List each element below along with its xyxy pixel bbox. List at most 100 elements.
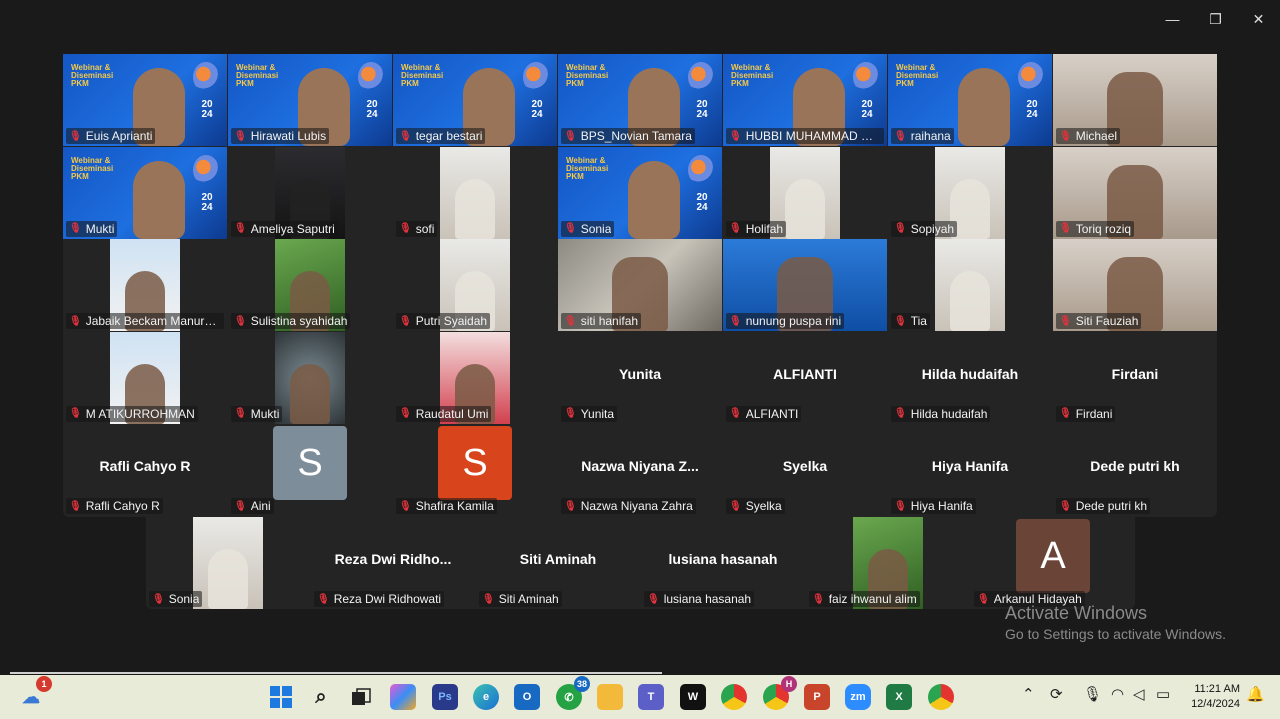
participant-tile[interactable]: Hiya Hanifa 🎙︎ Hiya Hanifa: [888, 424, 1052, 516]
participant-tile[interactable]: 🎙︎ sofi: [393, 146, 557, 239]
participant-tile[interactable]: 🎙︎ Putri Syaidah: [393, 239, 557, 332]
participant-tile[interactable]: Webinar & Diseminasi PKM 20 24 🎙︎ Sonia: [558, 146, 722, 239]
notification-bell-icon[interactable]: 🔔: [1246, 685, 1265, 703]
participant-tile[interactable]: 🎙︎ faiz ihwanul alim: [806, 517, 970, 609]
minimize-button[interactable]: —: [1151, 0, 1194, 38]
participant-name: Sonia: [168, 592, 200, 606]
participant-tile[interactable]: 🎙︎ Raudatul Umi: [393, 331, 557, 424]
participant-tile[interactable]: ALFIANTI 🎙︎ ALFIANTI: [723, 332, 887, 424]
participant-nameplate: 🎙︎ Reza Dwi Ridhowati: [314, 591, 445, 607]
task-view-icon[interactable]: [348, 684, 374, 710]
battery-icon[interactable]: ▭: [1156, 685, 1170, 703]
participant-tile[interactable]: 🎙︎ Mukti: [228, 331, 392, 424]
photoshop-icon[interactable]: Ps: [432, 684, 458, 710]
mic-muted-icon: 🎙︎: [647, 593, 660, 605]
weather-icon[interactable]: ☁ 1: [18, 676, 52, 710]
mic-muted-icon: 🎙︎: [564, 130, 577, 142]
mic-muted-icon: 🎙︎: [482, 593, 495, 605]
sync-icon[interactable]: ⟳: [1050, 685, 1063, 703]
file-explorer-icon[interactable]: [597, 684, 623, 710]
participant-display-name: Dede putri kh: [1090, 458, 1180, 475]
participant-tile[interactable]: lusiana hasanah 🎙︎ lusiana hasanah: [641, 517, 805, 609]
participant-nameplate: 🎙︎ Euis Aprianti: [66, 128, 156, 144]
participant-nameplate: 🎙︎ Sonia: [149, 591, 203, 607]
copilot-icon[interactable]: [390, 684, 416, 710]
volume-icon[interactable]: ◁: [1133, 685, 1145, 703]
show-hidden-icons-icon[interactable]: ⌃: [1022, 685, 1035, 703]
banner-year: 20 24: [861, 99, 873, 120]
participant-tile[interactable]: Webinar & Diseminasi PKM 20 24 🎙︎ Euis Apri…: [63, 54, 227, 146]
participant-tile[interactable]: Webinar & Diseminasi PKM 20 24 🎙︎ HUBBI MUH…: [723, 54, 887, 146]
banner-year: 20 24: [696, 99, 708, 120]
participant-tile[interactable]: 🎙︎ Siti Fauziah: [1053, 239, 1217, 332]
participant-name: tegar bestari: [415, 129, 483, 143]
participant-name: Ameliya Saputri: [250, 221, 335, 236]
participant-tile[interactable]: 🎙︎ Jabaik Beckam Manurung: [63, 239, 227, 332]
participant-tile[interactable]: 🎙︎ Holifah: [723, 146, 887, 239]
participant-tile[interactable]: Webinar & Diseminasi PKM 20 24 🎙︎ tegar bes…: [393, 54, 557, 146]
participant-tile[interactable]: 🎙︎ M ATIKURROHMAN: [63, 331, 227, 424]
close-button[interactable]: ✕: [1237, 0, 1280, 38]
participant-tile[interactable]: 🎙︎ siti hanifah: [558, 239, 722, 332]
microphone-icon[interactable]: 🎙: [1083, 685, 1102, 703]
zoom-icon[interactable]: zm: [845, 684, 871, 710]
wifi-icon[interactable]: ◠: [1111, 685, 1124, 703]
chrome-profile2-icon[interactable]: [928, 684, 954, 710]
participant-nameplate: 🎙︎ Firdani: [1056, 405, 1116, 422]
outlook-icon[interactable]: O: [514, 684, 540, 710]
teams-icon[interactable]: T: [638, 684, 664, 710]
participant-name: lusiana hasanah: [663, 592, 752, 606]
maximize-button[interactable]: ❐: [1194, 0, 1237, 38]
participant-tile[interactable]: Webinar & Diseminasi PKM 20 24 🎙︎ Hirawati …: [228, 54, 392, 146]
clock[interactable]: 11:21 AM 12/4/2024: [1191, 682, 1240, 712]
participant-tile[interactable]: 🎙︎ Michael: [1053, 54, 1217, 146]
participant-tile[interactable]: 🎙︎ Sopiyah: [888, 146, 1052, 239]
participant-tile[interactable]: 🎙︎ Tia: [888, 239, 1052, 332]
mic-muted-icon: 🎙︎: [1059, 223, 1072, 235]
participant-tile[interactable]: Hilda hudaifah 🎙︎ Hilda hudaifah: [888, 332, 1052, 424]
participant-name: sofi: [415, 221, 435, 236]
participant-nameplate: 🎙︎ Raudatul Umi: [396, 405, 492, 422]
capcut-icon[interactable]: W: [680, 684, 706, 710]
excel-icon[interactable]: X: [886, 684, 912, 710]
participant-tile[interactable]: S 🎙︎ Shafira Kamila: [393, 424, 557, 516]
start-icon[interactable]: [268, 684, 294, 710]
powerpoint-icon[interactable]: P: [804, 684, 830, 710]
whatsapp-icon[interactable]: ✆ 38: [556, 676, 590, 710]
participant-tile[interactable]: Webinar & Diseminasi PKM 20 24 🎙︎ raihana: [888, 54, 1052, 146]
search-icon[interactable]: ⌕: [308, 684, 334, 710]
participant-person: [950, 271, 990, 332]
participant-tile[interactable]: Siti Aminah 🎙︎ Siti Aminah: [476, 517, 640, 609]
edge-icon[interactable]: e: [473, 684, 499, 710]
participant-name: Shafira Kamila: [415, 499, 494, 514]
participant-display-name: Reza Dwi Ridho...: [334, 551, 452, 567]
banner-year: 20 24: [696, 191, 708, 213]
participant-display-name: ALFIANTI: [773, 365, 837, 382]
participant-tile[interactable]: Webinar & Diseminasi PKM 20 24 🎙︎ BPS_Novia…: [558, 54, 722, 146]
chrome-icon[interactable]: [721, 684, 747, 710]
participant-tile[interactable]: S 🎙︎ Aini: [228, 424, 392, 516]
participant-tile[interactable]: 🎙︎ nunung puspa rini: [723, 239, 887, 332]
pkm-logo-icon: [688, 154, 714, 185]
chrome-profile-icon[interactable]: H: [763, 676, 797, 710]
participant-tile[interactable]: Syelka 🎙︎ Syelka: [723, 424, 887, 516]
participant-tile[interactable]: Yunita 🎙︎ Yunita: [558, 332, 722, 424]
participant-tile[interactable]: 🎙︎ Sonia: [146, 517, 310, 609]
participant-tile[interactable]: 🎙︎ Toriq roziq: [1053, 146, 1217, 239]
participant-person: [290, 363, 330, 424]
participant-tile[interactable]: Reza Dwi Ridho... 🎙︎ Reza Dwi Ridhowati: [311, 517, 475, 609]
participant-nameplate: 🎙︎ HUBBI MUHAMMAD S.Si...: [726, 128, 884, 144]
banner-year: 20 24: [531, 99, 543, 120]
participant-tile[interactable]: Rafli Cahyo R 🎙︎ Rafli Cahyo R: [63, 424, 227, 516]
participant-tile[interactable]: 🎙︎ Sulistina syahidah: [228, 239, 392, 332]
participant-tile[interactable]: Nazwa Niyana Z... 🎙︎ Nazwa Niyana Zahra: [558, 424, 722, 516]
participant-tile[interactable]: 🎙︎ Ameliya Saputri: [228, 146, 392, 239]
participant-tile[interactable]: A 🎙︎ Arkanul Hidayah: [971, 517, 1135, 609]
participant-tile[interactable]: Webinar & Diseminasi PKM 20 24 🎙︎ Mukti: [63, 146, 227, 239]
participant-nameplate: 🎙︎ Nazwa Niyana Zahra: [561, 498, 696, 515]
screen-share-bar: [10, 672, 662, 674]
participant-tile[interactable]: Firdani 🎙︎ Firdani: [1053, 332, 1217, 424]
participant-tile[interactable]: Dede putri kh 🎙︎ Dede putri kh: [1053, 424, 1217, 516]
participant-nameplate: 🎙︎ raihana: [891, 128, 954, 144]
mic-muted-icon: 🎙︎: [1059, 500, 1072, 512]
